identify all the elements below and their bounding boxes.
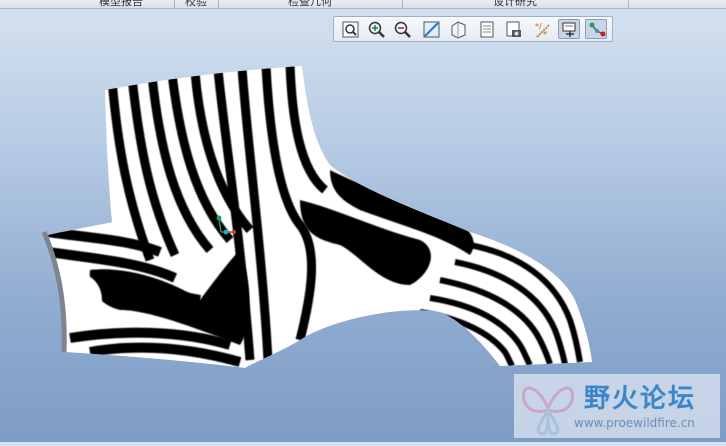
zoom-out-icon — [394, 21, 411, 38]
refit-button[interactable] — [339, 19, 361, 39]
butterfly-logo-icon — [521, 386, 575, 436]
watermark-url: www.proewildfire.cn — [574, 416, 695, 430]
reflection-stripes — [48, 66, 592, 368]
datum-display-button[interactable]: */* — [531, 19, 553, 39]
tab-design-study[interactable]: 设计研究 — [402, 0, 629, 8]
graphics-toolbar: */* — [333, 16, 613, 42]
csys-display-button[interactable] — [585, 19, 607, 39]
zoom-in-icon — [368, 21, 385, 38]
repaint-icon — [423, 21, 440, 38]
display-style-button[interactable] — [446, 19, 468, 39]
zoom-in-button[interactable] — [365, 19, 387, 39]
refit-icon — [342, 21, 359, 38]
saved-views-icon — [480, 21, 494, 38]
tab-verify[interactable]: 校验 — [174, 0, 219, 8]
ribbon-tab-bar: 模型报告 校验 检查几何 设计研究 — [0, 0, 726, 9]
csys-display-icon — [589, 22, 606, 37]
tab-label: 校验 — [185, 0, 207, 8]
zoom-out-button[interactable] — [391, 19, 413, 39]
datum-display-icon: */* — [535, 22, 550, 39]
watermark-title: 野火论坛 — [584, 384, 697, 414]
svg-text:*/: */ — [535, 22, 542, 31]
forum-watermark: 野火论坛 www.proewildfire.cn — [514, 374, 720, 438]
tab-inspect-geometry[interactable]: 检查几何 — [218, 0, 403, 8]
repaint-button[interactable] — [420, 19, 442, 39]
tab-label: 模型报告 — [99, 0, 143, 8]
display-style-icon — [451, 21, 466, 39]
annotation-display-icon — [562, 22, 576, 37]
svg-text:*: * — [543, 30, 547, 39]
tab-label: 检查几何 — [288, 0, 332, 8]
view-manager-icon — [506, 21, 521, 37]
saved-views-button[interactable] — [476, 19, 498, 39]
view-manager-button[interactable] — [502, 19, 524, 39]
tab-model-report[interactable]: 模型报告 — [68, 0, 175, 8]
annotation-display-button[interactable] — [558, 19, 580, 39]
tab-label: 设计研究 — [493, 0, 537, 8]
